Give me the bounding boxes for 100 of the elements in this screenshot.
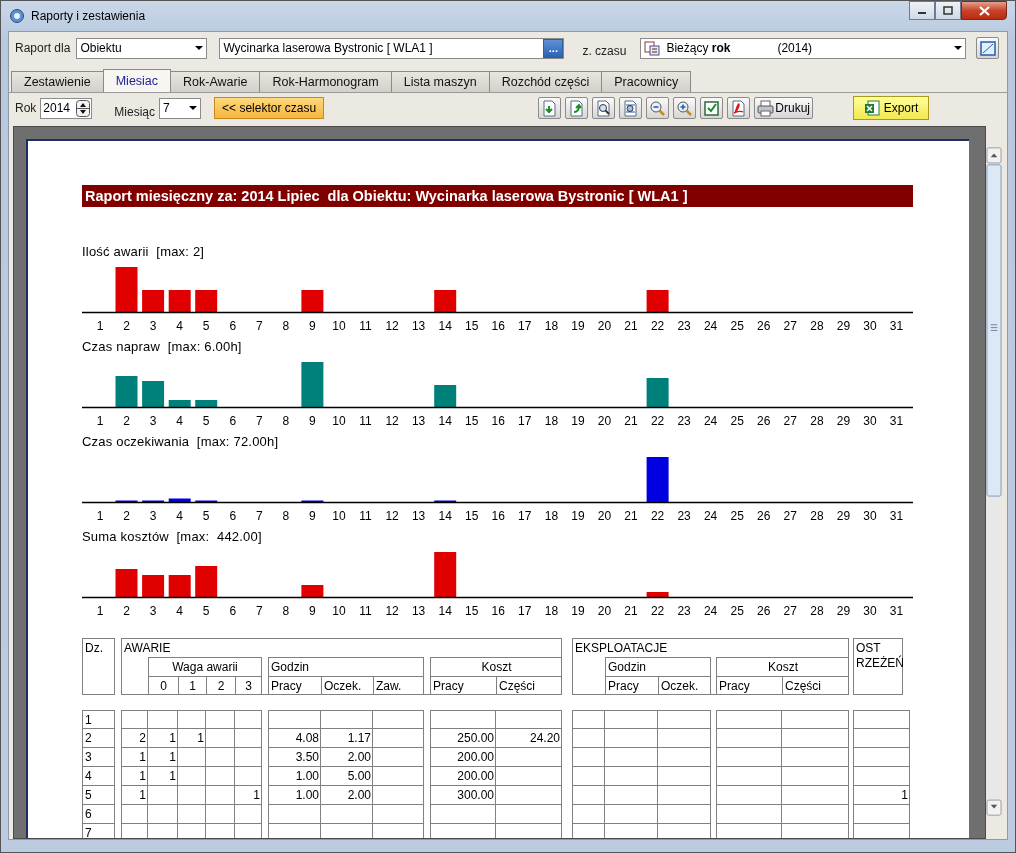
axis-label: 12 [385, 604, 399, 618]
axis-label: 19 [571, 319, 585, 333]
axis-label: 30 [863, 319, 877, 333]
maximize-icon [943, 6, 953, 15]
table-cell [658, 748, 711, 767]
axis-label: 26 [757, 509, 771, 523]
column-header: Pracy [268, 676, 321, 695]
table-cell [373, 729, 424, 748]
table-cell [178, 786, 206, 805]
column-header: OST RZEŻEŃ [853, 638, 903, 695]
page-down-button[interactable] [538, 97, 562, 119]
table-cell: 1 [148, 767, 178, 786]
table-cell: 1 [82, 710, 115, 729]
table-cell [206, 729, 235, 748]
window-button[interactable] [976, 37, 1000, 59]
axis-label: 12 [385, 509, 399, 523]
table-cell: 2 [82, 729, 115, 748]
axis-label: 8 [282, 319, 290, 333]
axis-label: 17 [518, 509, 532, 523]
tab[interactable]: Lista maszyn [390, 71, 490, 92]
browse-button[interactable]: ... [543, 38, 564, 58]
axis-label: 29 [836, 414, 851, 428]
table-cell [853, 824, 910, 838]
maximize-button[interactable] [935, 1, 961, 20]
axis-label: 1 [96, 414, 104, 428]
table-cell: 6 [82, 805, 115, 824]
column-header: Pracy [430, 676, 496, 695]
table-cell [605, 805, 658, 824]
window-icon [979, 40, 996, 56]
axis-label: 30 [863, 509, 877, 523]
tab[interactable]: Rok-Awarie [170, 71, 261, 92]
table-cell [496, 710, 562, 729]
tab[interactable]: Miesiac [102, 69, 172, 92]
table-cell [373, 710, 424, 729]
export-button[interactable]: Export [853, 96, 929, 120]
close-button[interactable] [961, 1, 1007, 20]
tab[interactable]: Pracownicy [601, 71, 692, 92]
year-spinner[interactable]: 2014 [40, 97, 93, 119]
table-cell [178, 767, 206, 786]
month-dropdown[interactable]: 7 [159, 97, 202, 119]
axis-label: 27 [783, 319, 797, 333]
axis-label: 25 [730, 604, 744, 618]
zoom-width-button[interactable] [619, 97, 643, 119]
report-title: Raport miesięczny za: 2014 Lipiec dla Obiektu: Wycinarka laserowa Bystronic [ WLA1 ] [82, 185, 913, 207]
chart-bar [195, 400, 218, 407]
pdf-button[interactable] [727, 97, 751, 119]
table-cell: 3 [82, 748, 115, 767]
zoom-in-button[interactable] [673, 97, 697, 119]
axis-label: 25 [730, 414, 744, 428]
table-cell [121, 824, 148, 838]
axis-label: 19 [571, 509, 585, 523]
table-cell [268, 805, 321, 824]
zoom-out-button[interactable] [646, 97, 670, 119]
table-cell [373, 748, 424, 767]
table-cell [782, 748, 849, 767]
axis-label: 2 [123, 414, 130, 428]
group-header: Waga awarii [148, 657, 262, 676]
axis-label: 31 [889, 414, 904, 428]
chart-title: Ilość awarii [max: 2] [82, 244, 205, 260]
table-cell [178, 748, 206, 767]
table-cell [658, 710, 711, 729]
axis-label: 18 [544, 604, 559, 618]
table-cell [148, 710, 178, 729]
column-header: 1 [178, 676, 206, 695]
close-icon [978, 5, 990, 16]
time-selector-button[interactable]: << selektor czasu [214, 97, 325, 119]
table-cell [716, 824, 782, 838]
axis-label: 28 [810, 604, 824, 618]
table-cell: 2 [121, 729, 148, 748]
axis-label: 8 [282, 414, 290, 428]
report-for-dropdown[interactable]: Obiektu [76, 37, 208, 59]
axis-label: 10 [332, 414, 346, 428]
axis-label: 10 [332, 319, 346, 333]
tab[interactable]: Rozchód części [488, 71, 603, 92]
axis-label: 1 [96, 509, 104, 523]
page-up-button[interactable] [565, 97, 589, 119]
tab[interactable]: Zestawienie [11, 71, 104, 92]
check-button[interactable] [700, 97, 724, 119]
column-header: Pracy [605, 676, 658, 695]
print-button[interactable]: Drukuj [754, 97, 813, 119]
axis-label: 28 [810, 414, 824, 428]
zoom-page-button[interactable] [592, 97, 616, 119]
axis-label: 17 [518, 604, 532, 618]
axis-label: 7 [255, 604, 263, 618]
table-cell [206, 786, 235, 805]
axis-label: 13 [411, 604, 426, 618]
table-cell [235, 748, 262, 767]
axis-label: 11 [359, 414, 372, 428]
object-field[interactable]: Wycinarka laserowa Bystronic [ WLA1 ] ... [219, 37, 565, 59]
minimize-button[interactable] [909, 1, 935, 20]
axis-label: 23 [677, 414, 691, 428]
axis-label: 12 [385, 319, 399, 333]
table-cell [148, 786, 178, 805]
chart-bar [168, 290, 191, 312]
table-cell [178, 805, 206, 824]
chart-bar [195, 290, 218, 312]
axis-label: 28 [810, 509, 824, 523]
tab[interactable]: Rok-Harmonogram [259, 71, 392, 92]
table-cell [268, 824, 321, 838]
time-range-dropdown[interactable]: Bieżący rok (2014) [640, 37, 967, 59]
